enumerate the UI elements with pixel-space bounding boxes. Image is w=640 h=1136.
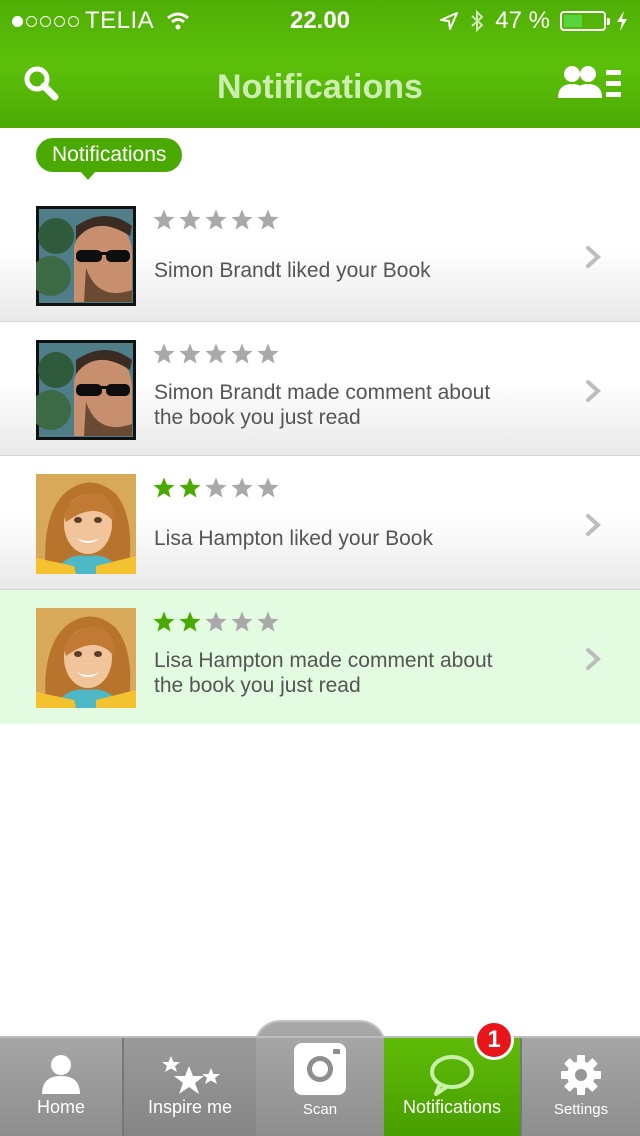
rating-stars — [152, 476, 280, 500]
star-empty-icon — [153, 343, 175, 364]
avatar — [36, 206, 136, 306]
star-empty-icon — [231, 611, 253, 632]
notification-text: Simon Brandt liked your Book — [154, 258, 554, 283]
status-bar: TELIA 22.00 47 % — [0, 0, 640, 40]
gear-icon — [561, 1055, 601, 1095]
tab-scan-label: Scan — [302, 1101, 338, 1118]
star-empty-icon — [205, 343, 227, 364]
chevron-right-icon — [586, 514, 601, 536]
star-filled-icon — [153, 611, 175, 632]
rating-stars — [152, 610, 280, 634]
navigation-bar: Notifications — [0, 40, 640, 128]
star-empty-icon — [257, 209, 279, 230]
notification-text: Lisa Hampton liked your Book — [154, 526, 554, 551]
stars-icon — [162, 1056, 220, 1094]
battery-icon — [560, 11, 610, 31]
friends-list-icon[interactable] — [558, 64, 624, 104]
notification-text: Simon Brandt made comment about the book… — [154, 380, 554, 430]
camera-icon — [294, 1043, 346, 1095]
star-empty-icon — [231, 209, 253, 230]
star-filled-icon — [179, 477, 201, 498]
notification-row[interactable]: Lisa Hampton made comment about the book… — [0, 590, 640, 724]
notification-row[interactable]: Simon Brandt liked your Book — [0, 188, 640, 322]
star-empty-icon — [257, 343, 279, 364]
avatar — [36, 340, 136, 440]
avatar — [36, 474, 136, 574]
avatar — [36, 608, 136, 708]
tab-settings-label: Settings — [553, 1101, 609, 1118]
chevron-right-icon — [586, 380, 601, 402]
section-label: Notifications — [36, 138, 183, 180]
battery-percent: 47 % — [495, 7, 550, 34]
tab-inspire-label: Inspire me — [147, 1097, 233, 1117]
tab-scan[interactable]: Scan — [256, 1038, 384, 1136]
notification-line-1: Lisa Hampton liked your Book — [154, 527, 433, 550]
star-empty-icon — [179, 343, 201, 364]
page-title: Notifications — [217, 68, 423, 106]
battery-fill — [564, 15, 582, 27]
notification-line-2: the book you just read — [154, 674, 361, 697]
rating-stars — [152, 342, 280, 366]
star-empty-icon — [205, 477, 227, 498]
star-filled-icon — [153, 477, 175, 498]
speech-bubble-icon — [430, 1055, 474, 1096]
star-empty-icon — [231, 477, 253, 498]
tab-home[interactable]: Home — [0, 1038, 122, 1136]
charging-bolt-icon — [617, 11, 627, 31]
location-arrow-icon — [440, 12, 459, 30]
star-empty-icon — [231, 343, 253, 364]
star-empty-icon — [257, 477, 279, 498]
notification-line-1: Lisa Hampton made comment about — [154, 649, 493, 672]
star-empty-icon — [205, 611, 227, 632]
star-empty-icon — [257, 611, 279, 632]
star-empty-icon — [153, 209, 175, 230]
tab-inspire-me[interactable]: Inspire me — [122, 1038, 256, 1136]
notification-line-1: Simon Brandt made comment about — [154, 381, 491, 404]
notification-row[interactable]: Lisa Hampton liked your Book — [0, 456, 640, 590]
star-empty-icon — [179, 209, 201, 230]
notifications-badge: 1 — [474, 1020, 514, 1060]
app-header: TELIA 22.00 47 % Notifications — [0, 0, 640, 128]
tab-home-label: Home — [36, 1097, 85, 1117]
notification-line-1: Simon Brandt liked your Book — [154, 259, 431, 282]
tab-settings[interactable]: Settings — [520, 1038, 640, 1136]
notification-text: Lisa Hampton made comment about the book… — [154, 648, 554, 698]
notification-line-2: the book you just read — [154, 406, 361, 429]
star-filled-icon — [179, 611, 201, 632]
star-empty-icon — [205, 209, 227, 230]
notification-row[interactable]: Simon Brandt made comment about the book… — [0, 322, 640, 456]
status-right: 47 % — [439, 7, 628, 35]
tab-bar: Home Inspire me Scan Notifications Setti… — [0, 1036, 640, 1136]
tab-notifications-label: Notifications — [402, 1097, 502, 1117]
chevron-right-icon — [586, 648, 601, 670]
notifications-list: Simon Brandt liked your Book Simon Brand… — [0, 188, 640, 724]
chevron-right-icon — [586, 246, 601, 268]
bluetooth-icon — [471, 9, 484, 33]
rating-stars — [152, 208, 280, 232]
person-icon — [42, 1055, 80, 1094]
